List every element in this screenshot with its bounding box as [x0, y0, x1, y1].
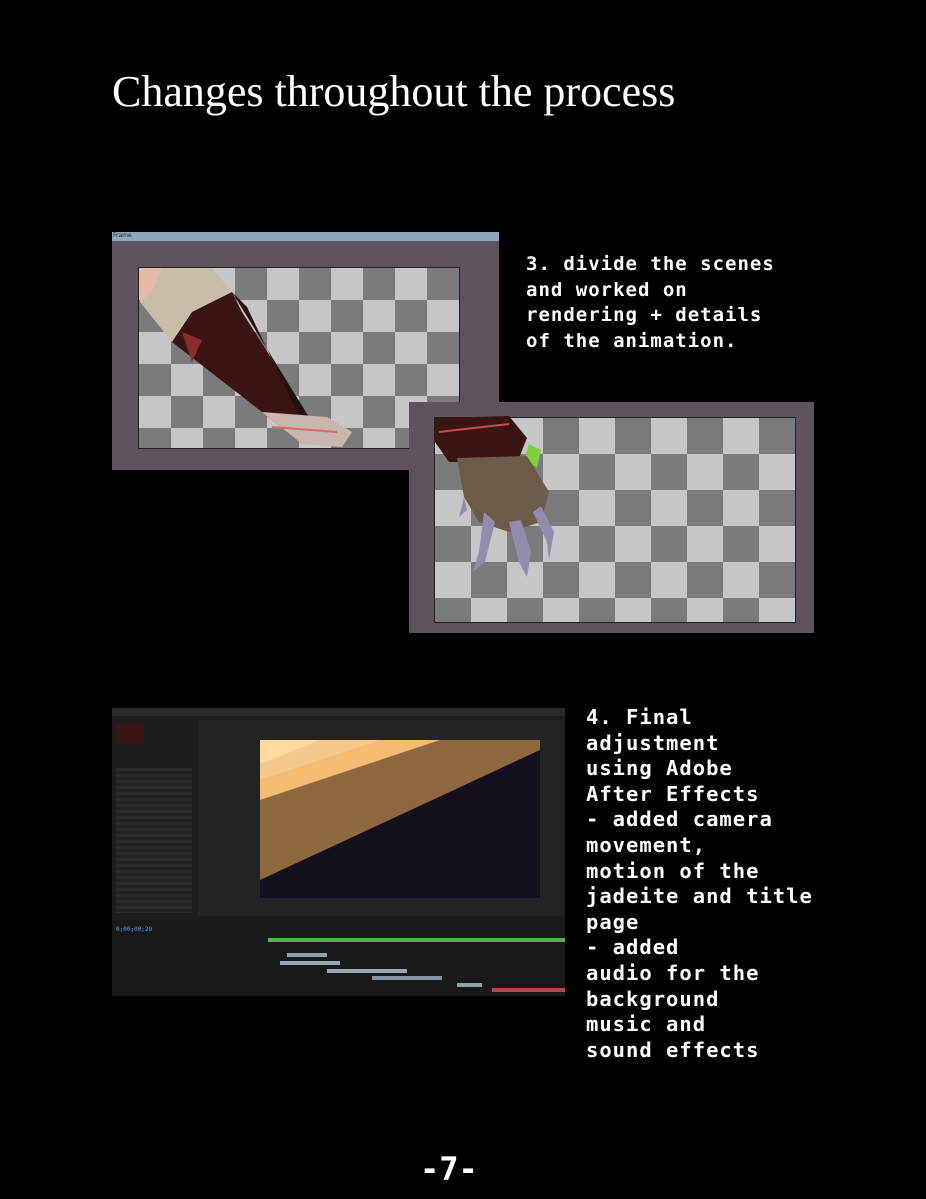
animation-frame-claw [409, 402, 814, 633]
claw-illustration [435, 416, 554, 577]
caption-line: movement, [586, 832, 707, 857]
page-number: -7- [420, 1150, 478, 1188]
caption-line: 4. Final [586, 705, 693, 729]
ae-layer-bar [372, 976, 442, 980]
caption-line: - added [586, 935, 680, 960]
ae-layer-bar [287, 953, 327, 957]
caption-line: page [586, 909, 640, 934]
after-effects-screenshot: 0;00;00;29 [112, 708, 565, 996]
step3-caption: 3. divide the scenes and worked on renderi… [526, 252, 775, 354]
ae-toolbar [112, 708, 565, 716]
ae-project-list [116, 768, 192, 913]
caption-line: motion of the [586, 858, 760, 883]
ae-timeline-panel [112, 920, 565, 996]
caption-line: After Effects [586, 781, 760, 806]
ae-timecode: 0;00;00;29 [116, 926, 153, 933]
caption-line: and worked on [526, 278, 688, 301]
caption-line: music and [586, 1012, 707, 1037]
caption-line: audio for the [586, 960, 760, 985]
caption-line: adjustment [586, 730, 720, 755]
caption-line: background [586, 986, 720, 1011]
ae-layer-bar [457, 983, 482, 987]
caption-line: 3. divide the scenes [526, 253, 775, 275]
step4-caption: 4. Final adjustment using Adobe After Effec… [586, 705, 813, 1063]
ae-project-thumbnail [116, 724, 144, 744]
caption-line: sound effects [586, 1037, 760, 1062]
ae-timeline-bar [268, 938, 565, 942]
caption-line: of the animation. [526, 329, 738, 352]
ae-comp-preview [260, 740, 540, 898]
caption-line: using Adobe [586, 756, 733, 781]
caption-line: - added camera [586, 807, 773, 832]
ae-layer-bar [492, 988, 565, 992]
ae-layer-bar [327, 969, 407, 973]
ae-layer-bar [280, 961, 340, 965]
page-title: Changes throughout the process [112, 67, 676, 116]
caption-line: jadeite and title [586, 884, 813, 909]
caption-line: rendering + details [526, 304, 763, 326]
